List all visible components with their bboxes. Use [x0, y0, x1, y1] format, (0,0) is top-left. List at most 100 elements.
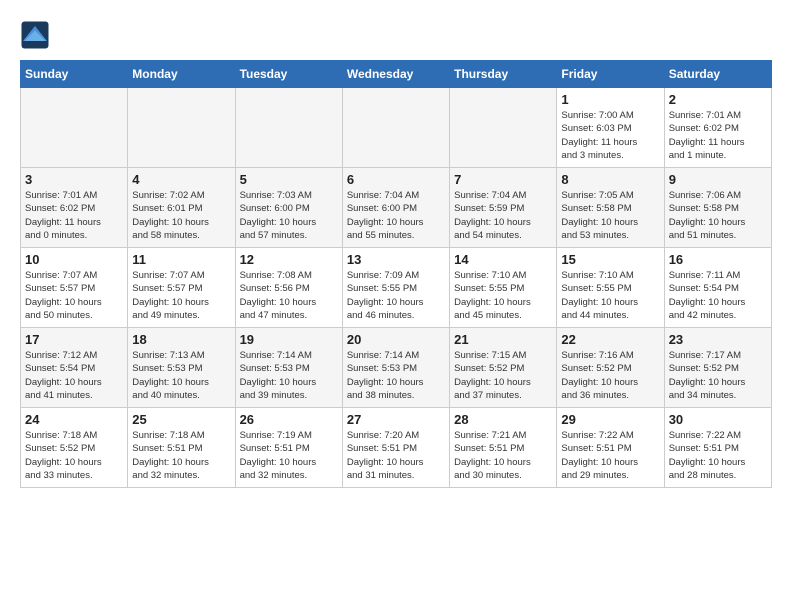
calendar-day-cell: 17Sunrise: 7:12 AM Sunset: 5:54 PM Dayli… [21, 328, 128, 408]
calendar-week-row: 10 Sunrise: 7:07 AM Sunset: 5:57 PM Dayli… [21, 248, 772, 328]
weekday-header: Friday [557, 61, 664, 88]
day-info: Sunrise: 7:16 AM Sunset: 5:52 PM Dayligh… [561, 349, 659, 402]
day-number: 30 [669, 412, 767, 427]
day-info: Sunrise: 7:17 AM Sunset: 5:52 PM Dayligh… [669, 349, 767, 402]
calendar-day-cell [128, 88, 235, 168]
day-info: Sunrise: 7:21 AM Sunset: 5:51 PM Dayligh… [454, 429, 552, 482]
day-number: 2 [669, 92, 767, 107]
day-info: Sunrise: 7:09 AM Sunset: 5:55 PM Dayligh… [347, 269, 445, 322]
calendar-day-cell: 19 Sunrise: 7:14 AM Sunset: 5:53 PM Dayli… [235, 328, 342, 408]
weekday-header: Saturday [664, 61, 771, 88]
day-info: Sunrise: 7:14 AM Sunset: 5:53 PM Dayligh… [347, 349, 445, 402]
weekday-header: Sunday [21, 61, 128, 88]
day-info: Sunrise: 7:06 AM Sunset: 5:58 PM Dayligh… [669, 189, 767, 242]
day-number: 27 [347, 412, 445, 427]
day-number: 16 [669, 252, 767, 267]
day-number: 8 [561, 172, 659, 187]
day-info: Sunrise: 7:15 AM Sunset: 5:52 PM Dayligh… [454, 349, 552, 402]
calendar-day-cell: 30Sunrise: 7:22 AM Sunset: 5:51 PM Dayli… [664, 408, 771, 488]
calendar-day-cell: 27 Sunrise: 7:20 AM Sunset: 5:51 PM Dayli… [342, 408, 449, 488]
calendar-day-cell: 13 Sunrise: 7:09 AM Sunset: 5:55 PM Dayli… [342, 248, 449, 328]
day-info: Sunrise: 7:18 AM Sunset: 5:52 PM Dayligh… [25, 429, 123, 482]
day-info: Sunrise: 7:20 AM Sunset: 5:51 PM Dayligh… [347, 429, 445, 482]
day-number: 19 [240, 332, 338, 347]
calendar-day-cell: 4 Sunrise: 7:02 AM Sunset: 6:01 PM Daylig… [128, 168, 235, 248]
calendar-day-cell: 25 Sunrise: 7:18 AM Sunset: 5:51 PM Dayli… [128, 408, 235, 488]
day-number: 10 [25, 252, 123, 267]
calendar-day-cell: 14Sunrise: 7:10 AM Sunset: 5:55 PM Dayli… [450, 248, 557, 328]
calendar-day-cell: 6 Sunrise: 7:04 AM Sunset: 6:00 PM Daylig… [342, 168, 449, 248]
calendar-week-row: 24 Sunrise: 7:18 AM Sunset: 5:52 PM Dayli… [21, 408, 772, 488]
calendar-day-cell: 15 Sunrise: 7:10 AM Sunset: 5:55 PM Dayli… [557, 248, 664, 328]
day-number: 29 [561, 412, 659, 427]
day-number: 21 [454, 332, 552, 347]
calendar-day-cell: 16 Sunrise: 7:11 AM Sunset: 5:54 PM Dayli… [664, 248, 771, 328]
calendar-day-cell: 20Sunrise: 7:14 AM Sunset: 5:53 PM Dayli… [342, 328, 449, 408]
calendar-day-cell: 9 Sunrise: 7:06 AM Sunset: 5:58 PM Daylig… [664, 168, 771, 248]
weekday-header: Thursday [450, 61, 557, 88]
calendar-day-cell: 29 Sunrise: 7:22 AM Sunset: 5:51 PM Dayli… [557, 408, 664, 488]
day-number: 23 [669, 332, 767, 347]
calendar-day-cell [342, 88, 449, 168]
weekday-header: Tuesday [235, 61, 342, 88]
calendar-table: SundayMondayTuesdayWednesdayThursdayFrid… [20, 60, 772, 488]
weekday-header: Monday [128, 61, 235, 88]
day-info: Sunrise: 7:02 AM Sunset: 6:01 PM Dayligh… [132, 189, 230, 242]
day-number: 4 [132, 172, 230, 187]
calendar-day-cell: 8 Sunrise: 7:05 AM Sunset: 5:58 PM Daylig… [557, 168, 664, 248]
calendar-day-cell: 3 Sunrise: 7:01 AM Sunset: 6:02 PM Daylig… [21, 168, 128, 248]
day-number: 7 [454, 172, 552, 187]
calendar-week-row: 1 Sunrise: 7:00 AM Sunset: 6:03 PM Daylig… [21, 88, 772, 168]
calendar-day-cell: 23 Sunrise: 7:17 AM Sunset: 5:52 PM Dayli… [664, 328, 771, 408]
calendar-week-row: 3 Sunrise: 7:01 AM Sunset: 6:02 PM Daylig… [21, 168, 772, 248]
day-number: 18 [132, 332, 230, 347]
calendar-day-cell: 7Sunrise: 7:04 AM Sunset: 5:59 PM Daylig… [450, 168, 557, 248]
day-number: 3 [25, 172, 123, 187]
day-info: Sunrise: 7:01 AM Sunset: 6:02 PM Dayligh… [669, 109, 767, 162]
weekday-header: Wednesday [342, 61, 449, 88]
calendar-day-cell: 28 Sunrise: 7:21 AM Sunset: 5:51 PM Dayli… [450, 408, 557, 488]
day-info: Sunrise: 7:10 AM Sunset: 5:55 PM Dayligh… [561, 269, 659, 322]
logo [20, 20, 54, 50]
day-info: Sunrise: 7:07 AM Sunset: 5:57 PM Dayligh… [25, 269, 123, 322]
day-number: 15 [561, 252, 659, 267]
day-number: 6 [347, 172, 445, 187]
day-number: 13 [347, 252, 445, 267]
day-info: Sunrise: 7:22 AM Sunset: 5:51 PM Dayligh… [561, 429, 659, 482]
calendar-day-cell: 26Sunrise: 7:19 AM Sunset: 5:51 PM Dayli… [235, 408, 342, 488]
calendar-day-cell: 21 Sunrise: 7:15 AM Sunset: 5:52 PM Dayli… [450, 328, 557, 408]
day-info: Sunrise: 7:04 AM Sunset: 6:00 PM Dayligh… [347, 189, 445, 242]
day-number: 24 [25, 412, 123, 427]
day-number: 28 [454, 412, 552, 427]
calendar-day-cell: 24 Sunrise: 7:18 AM Sunset: 5:52 PM Dayli… [21, 408, 128, 488]
day-number: 12 [240, 252, 338, 267]
calendar-day-cell: 10 Sunrise: 7:07 AM Sunset: 5:57 PM Dayli… [21, 248, 128, 328]
day-number: 9 [669, 172, 767, 187]
calendar-day-cell: 1 Sunrise: 7:00 AM Sunset: 6:03 PM Daylig… [557, 88, 664, 168]
calendar-day-cell: 18 Sunrise: 7:13 AM Sunset: 5:53 PM Dayli… [128, 328, 235, 408]
calendar-day-cell: 22 Sunrise: 7:16 AM Sunset: 5:52 PM Dayli… [557, 328, 664, 408]
day-info: Sunrise: 7:05 AM Sunset: 5:58 PM Dayligh… [561, 189, 659, 242]
calendar-day-cell: 2 Sunrise: 7:01 AM Sunset: 6:02 PM Daylig… [664, 88, 771, 168]
day-info: Sunrise: 7:07 AM Sunset: 5:57 PM Dayligh… [132, 269, 230, 322]
day-info: Sunrise: 7:01 AM Sunset: 6:02 PM Dayligh… [25, 189, 123, 242]
day-info: Sunrise: 7:10 AM Sunset: 5:55 PM Dayligh… [454, 269, 552, 322]
page-header [20, 20, 772, 50]
weekday-header-row: SundayMondayTuesdayWednesdayThursdayFrid… [21, 61, 772, 88]
day-number: 22 [561, 332, 659, 347]
day-info: Sunrise: 7:13 AM Sunset: 5:53 PM Dayligh… [132, 349, 230, 402]
day-number: 26 [240, 412, 338, 427]
day-info: Sunrise: 7:18 AM Sunset: 5:51 PM Dayligh… [132, 429, 230, 482]
day-number: 17 [25, 332, 123, 347]
day-info: Sunrise: 7:11 AM Sunset: 5:54 PM Dayligh… [669, 269, 767, 322]
day-info: Sunrise: 7:14 AM Sunset: 5:53 PM Dayligh… [240, 349, 338, 402]
calendar-day-cell [450, 88, 557, 168]
calendar-day-cell: 12 Sunrise: 7:08 AM Sunset: 5:56 PM Dayli… [235, 248, 342, 328]
logo-icon [20, 20, 50, 50]
calendar-day-cell [21, 88, 128, 168]
day-info: Sunrise: 7:08 AM Sunset: 5:56 PM Dayligh… [240, 269, 338, 322]
day-number: 1 [561, 92, 659, 107]
day-number: 25 [132, 412, 230, 427]
day-info: Sunrise: 7:00 AM Sunset: 6:03 PM Dayligh… [561, 109, 659, 162]
calendar-week-row: 17Sunrise: 7:12 AM Sunset: 5:54 PM Dayli… [21, 328, 772, 408]
